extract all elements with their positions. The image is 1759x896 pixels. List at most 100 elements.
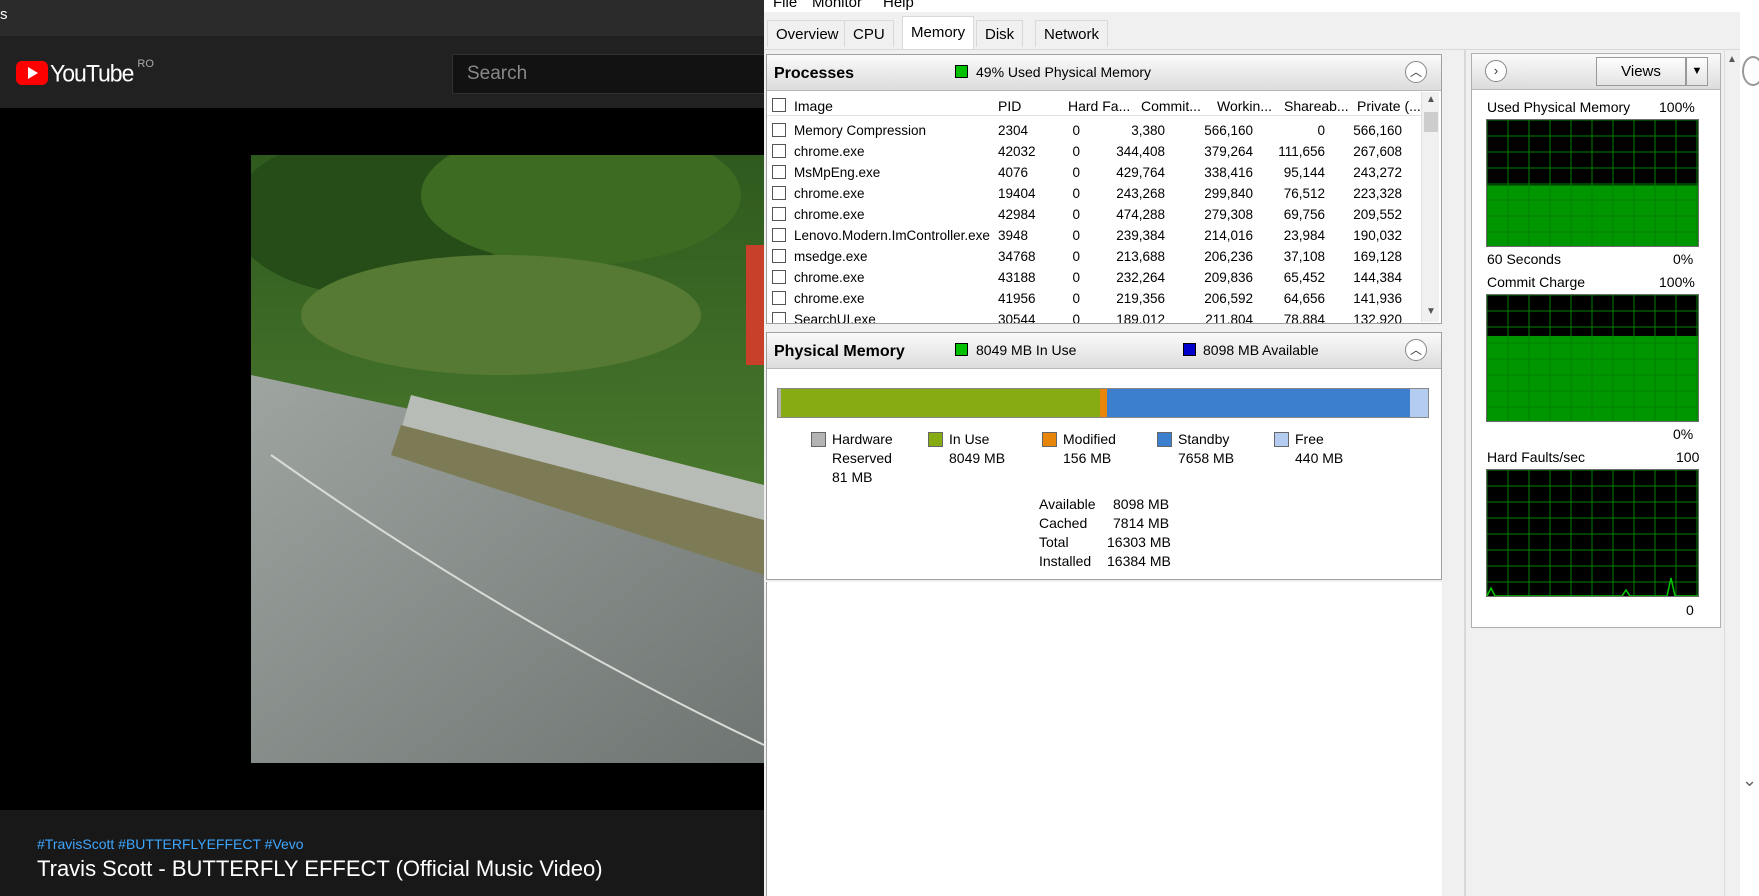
table-row[interactable]: chrome.exe 19404 0 243,268 299,840 76,512 223,… [767,183,1417,204]
desktop-edge: ⌄ [1740,0,1759,896]
pane-splitter[interactable] [1464,50,1466,896]
chevron-down-icon[interactable]: ⌄ [1742,770,1757,791]
stat-total-label: Total [1039,534,1069,550]
processes-title: Processes [774,65,855,82]
table-cell: 209,552 [1353,207,1402,222]
table-row[interactable]: Lenovo.Modern.ImController.exe 3948 0 239,3… [767,225,1417,246]
graphs-scrollbar[interactable]: ▲ [1724,50,1739,896]
graph-commit-title: Commit Charge [1487,274,1586,290]
video-frame[interactable] [251,155,764,763]
modified-legend-value: 156 MB [1063,450,1112,466]
table-cell: 65,452 [1283,270,1325,285]
table-cell: 243,268 [1116,186,1165,201]
table-cell: 0 [1072,270,1080,285]
table-cell: 206,592 [1204,291,1253,306]
scroll-up-icon[interactable]: ▲ [1426,94,1436,105]
tab-overview[interactable]: Overview [767,20,848,47]
memory-usage-bar [777,388,1429,418]
standby-legend-value: 7658 MB [1178,450,1235,466]
memory-legend: Hardware Reserved 81 MB In Use 8049 MB Modif… [811,430,1371,500]
in-use-segment [781,389,1101,417]
expand-graphs-button[interactable]: › [1485,60,1507,82]
table-row[interactable]: chrome.exe 41956 0 219,356 206,592 64,656 141,… [767,288,1417,309]
table-cell: 566,160 [1353,123,1402,138]
table-cell: 169,128 [1353,249,1402,264]
column-working-set[interactable]: Workin... [1217,98,1272,114]
table-row[interactable]: chrome.exe 43188 0 232,264 209,836 65,452 144,… [767,267,1417,288]
search-input[interactable]: Search [452,54,764,94]
avatar[interactable] [1742,56,1759,86]
graph-hard-faults-min: 0 [1686,602,1694,618]
processes-scrollbar[interactable]: ▲ ▼ [1421,92,1439,322]
row-checkbox[interactable] [772,186,786,200]
table-cell: 209,836 [1204,270,1253,285]
table-cell: 279,308 [1204,207,1253,222]
youtube-logo-text: YouTube [50,58,134,87]
video-hashtags[interactable]: #TravisScott #BUTTERFLYEFFECT #Vevo [37,836,304,852]
processes-header[interactable]: Processes 49% Used Physical Memory ︿ [767,55,1441,91]
in-use-legend-label: In Use [949,431,990,447]
table-row[interactable]: msedge.exe 34768 0 213,688 206,236 37,108 169,… [767,246,1417,267]
physical-memory-header[interactable]: Physical Memory 8049 MB In Use 8098 MB A… [767,333,1441,369]
row-checkbox[interactable] [772,165,786,179]
processes-status: 49% Used Physical Memory [976,64,1152,80]
scroll-down-icon[interactable]: ▼ [1426,306,1436,317]
table-cell: Memory Compression [794,123,927,138]
column-image[interactable]: Image [794,98,833,114]
table-cell: 23,984 [1283,228,1325,243]
table-row[interactable]: chrome.exe 42984 0 474,288 279,308 69,756 209,… [767,204,1417,225]
row-checkbox[interactable] [772,228,786,242]
table-cell: 232,264 [1116,270,1165,285]
graphs-toolbar: › Views ▼ [1472,54,1720,90]
table-row[interactable]: Memory Compression 2304 0 3,380 566,160 0 566,… [767,120,1417,141]
commit-charge-fill [1487,335,1698,421]
column-pid[interactable]: PID [998,98,1021,114]
column-commit[interactable]: Commit... [1141,98,1201,114]
table-row[interactable]: MsMpEng.exe 4076 0 429,764 338,416 95,144 243,… [767,162,1417,183]
table-cell: 223,328 [1353,186,1402,201]
row-checkbox[interactable] [772,123,786,137]
table-row[interactable]: SearchUI.exe 30544 0 189,012 211,804 78,884 13… [767,309,1417,323]
column-private[interactable]: Private (... [1357,98,1421,114]
row-checkbox[interactable] [772,312,786,323]
select-all-checkbox[interactable] [772,98,786,112]
tab-cpu[interactable]: CPU [844,20,894,47]
table-cell: 0 [1072,123,1080,138]
menu-file[interactable]: File [773,0,797,11]
tab-memory[interactable]: Memory [902,16,975,49]
table-cell: 474,288 [1116,207,1165,222]
row-checkbox[interactable] [772,207,786,221]
tab-disk[interactable]: Disk [976,20,1024,47]
column-hard-faults[interactable]: Hard Fa... [1068,98,1130,114]
table-cell: SearchUI.exe [794,312,876,323]
empty-panel-area [766,582,1442,896]
youtube-logo[interactable]: YouTube RO [16,58,154,88]
table-cell: 0 [1072,249,1080,264]
table-row[interactable]: chrome.exe 42032 0 344,408 379,264 111,656 267… [767,141,1417,162]
table-cell: 211,804 [1205,312,1253,323]
free-legend-value: 440 MB [1295,450,1344,466]
standby-segment [1106,389,1411,417]
table-cell: 0 [1072,207,1080,222]
tab-network[interactable]: Network [1035,20,1109,47]
graph-commit-min: 0% [1673,426,1694,442]
column-shareable[interactable]: Shareab... [1284,98,1349,114]
row-checkbox[interactable] [772,270,786,284]
scrollbar-thumb[interactable] [1424,112,1438,132]
menu-monitor[interactable]: Monitor [812,0,862,11]
free-legend-label: Free [1295,431,1324,447]
row-checkbox[interactable] [772,249,786,263]
table-cell: 189,012 [1116,312,1165,323]
views-dropdown-icon[interactable]: ▼ [1686,57,1708,86]
hard-faults-graph [1486,469,1699,597]
row-checkbox[interactable] [772,291,786,305]
collapse-processes-button[interactable]: ︿ [1405,61,1427,83]
row-checkbox[interactable] [772,144,786,158]
table-cell: 0 [1072,228,1080,243]
table-cell: Lenovo.Modern.ImController.exe [794,228,990,243]
video-info-area [0,810,764,896]
graphs-scroll-up-icon[interactable]: ▲ [1727,54,1737,65]
views-button[interactable]: Views [1596,57,1686,86]
menu-help[interactable]: Help [883,0,914,11]
collapse-physical-memory-button[interactable]: ︿ [1405,339,1427,361]
